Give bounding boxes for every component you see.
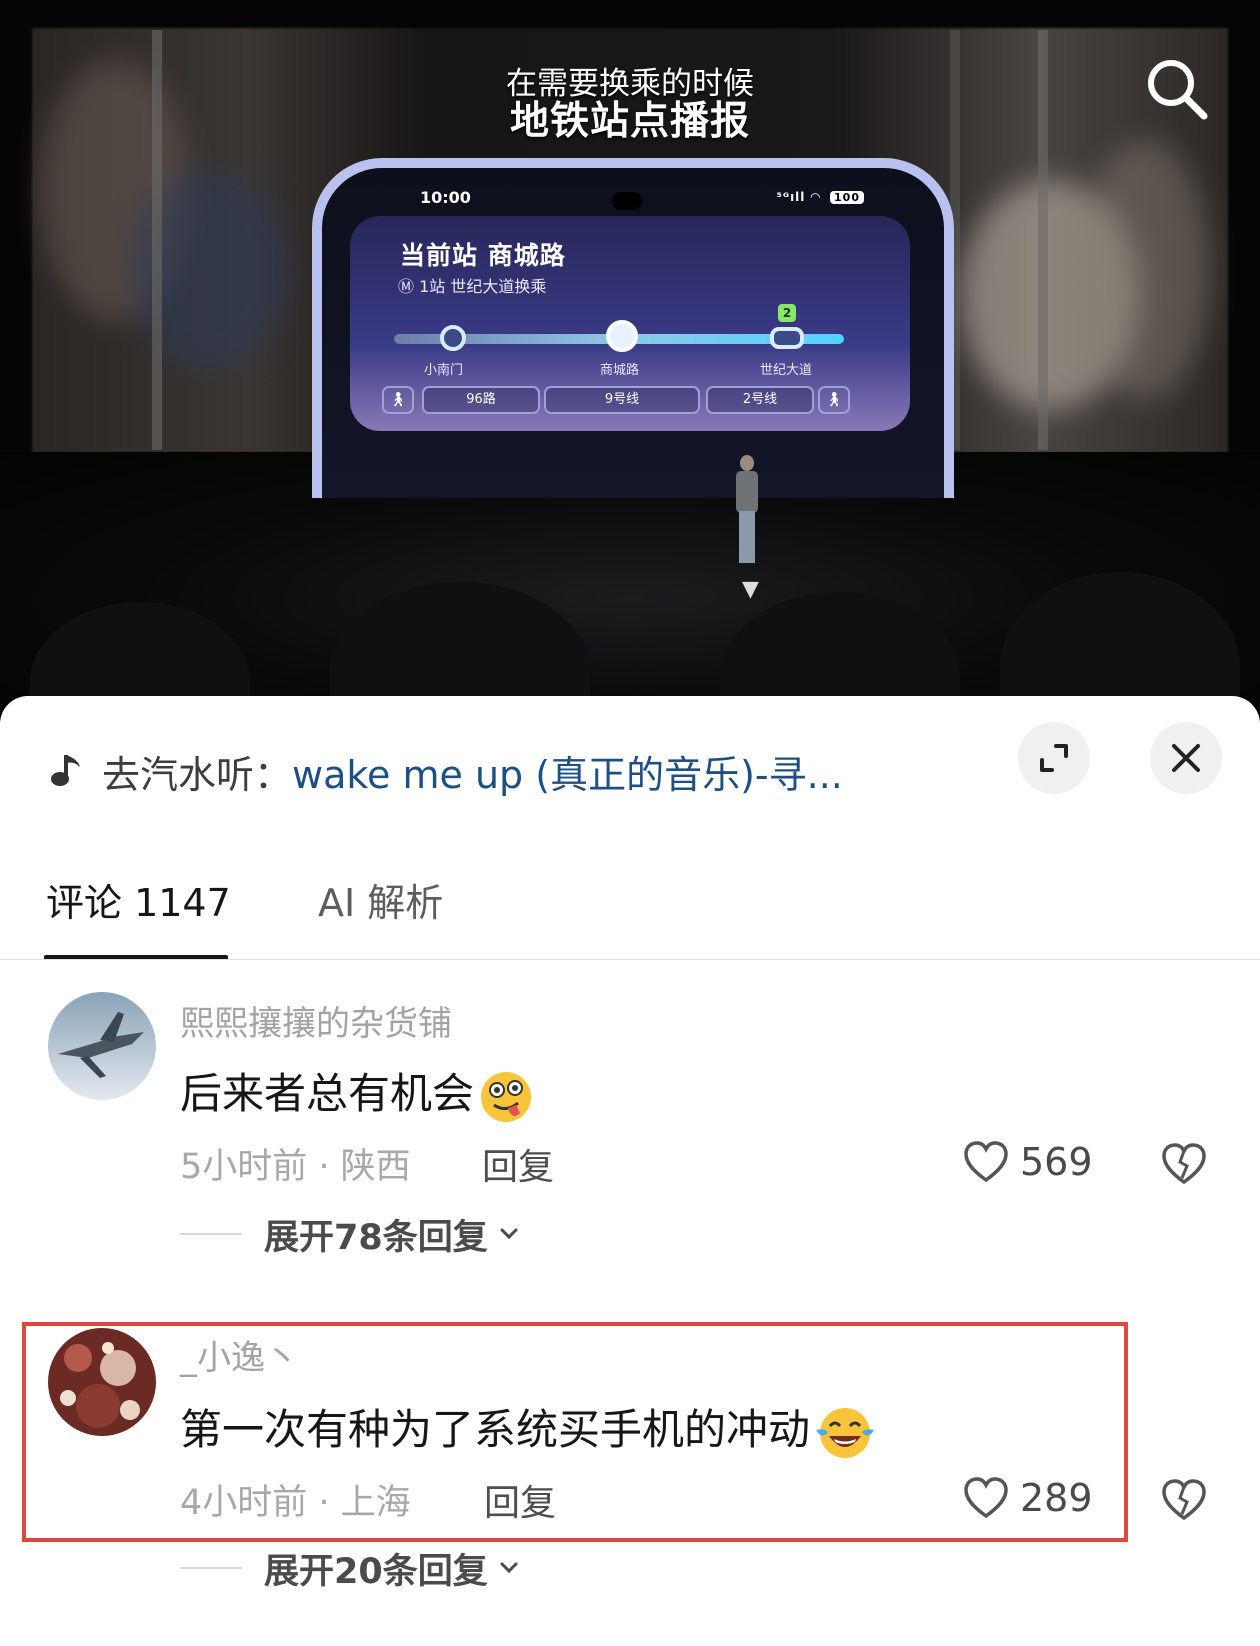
dislike-button[interactable] <box>1160 1140 1208 1188</box>
station-dot <box>770 327 804 349</box>
walk-icon: 🚶︎ <box>818 386 850 414</box>
broken-heart-icon <box>1162 1143 1206 1185</box>
music-source-label: 去汽水听： <box>102 752 293 797</box>
station-dot-current <box>606 320 638 352</box>
chevron-down-icon <box>500 1228 518 1240</box>
divider <box>0 959 1260 960</box>
comment-username[interactable]: 熙熙攘攘的杂货铺 <box>180 996 452 1045</box>
comment-panel: 去汽水听： wake me up (真正的音乐)-寻... 评论 1147 AI… <box>0 696 1260 1646</box>
search-icon[interactable] <box>1144 56 1210 122</box>
dislike-button[interactable] <box>1160 1476 1208 1524</box>
like-count: 569 <box>1020 1140 1093 1184</box>
comment-time-location: 5小时前 · 陕西 <box>180 1147 411 1187</box>
expand-replies-label: 展开78条回复 <box>264 1217 488 1258</box>
station-label: 商城路 <box>600 363 640 378</box>
comment-text: 后来者总有机会 <box>180 1060 534 1125</box>
like-button[interactable]: 569 <box>962 1138 1093 1186</box>
phone-time: 10:00 <box>420 188 471 207</box>
station-label: 小南门 <box>424 363 464 378</box>
expand-replies-label: 展开20条回复 <box>264 1551 488 1592</box>
music-title-link[interactable]: wake me up (真正的音乐)-寻... <box>292 744 843 799</box>
divider <box>180 1233 242 1235</box>
transfer-line-badge: 2 <box>778 304 796 322</box>
video-player[interactable]: 10:00 ⁵ᴳıll ◠ 100 当前站 商城路 Ⓜ 1站 世纪大道换乘 2 … <box>0 0 1260 715</box>
divider <box>180 1567 242 1569</box>
avatar-image <box>48 992 156 1100</box>
broken-heart-icon <box>1162 1479 1206 1521</box>
music-bar[interactable]: 去汽水听： wake me up (真正的音乐)-寻... <box>48 744 948 799</box>
walk-icon: 🚶︎ <box>382 386 414 414</box>
background-figure <box>1080 140 1210 400</box>
route-chip: 96路 <box>422 386 540 414</box>
expand-replies-button[interactable]: 展开78条回复 <box>180 1214 522 1258</box>
chevron-down-icon <box>500 1562 518 1574</box>
route-chip: 2号线 <box>706 386 814 414</box>
station-dot <box>440 325 466 351</box>
wifi-icon: ◠ <box>810 190 821 204</box>
brand-logo: ▼ <box>742 577 759 602</box>
close-button[interactable] <box>1150 722 1222 794</box>
tongue-out-emoji <box>481 1071 532 1122</box>
metro-icon: Ⓜ <box>398 277 420 296</box>
close-icon <box>1172 744 1200 772</box>
phone-mockup: 10:00 ⁵ᴳıll ◠ 100 当前站 商城路 Ⓜ 1站 世纪大道换乘 2 … <box>312 158 954 498</box>
audience-silhouette <box>1000 572 1240 715</box>
tab-ai-analysis[interactable]: AI 解析 <box>318 872 443 927</box>
reply-button[interactable]: 回复 <box>482 1138 554 1190</box>
highlight-annotation <box>22 1322 1128 1542</box>
phone-status-bar: ⁵ᴳıll ◠ 100 <box>777 190 864 204</box>
battery-icon: 100 <box>830 191 864 204</box>
tab-comments[interactable]: 评论 1147 <box>46 872 231 927</box>
video-caption-title: 地铁站点播报 <box>509 99 750 144</box>
expand-button[interactable] <box>1018 722 1090 794</box>
station-label: 世纪大道 <box>760 363 813 378</box>
music-note-icon <box>51 755 80 786</box>
phone-camera <box>612 192 642 210</box>
expand-icon <box>1040 744 1068 772</box>
avatar[interactable] <box>48 992 156 1100</box>
current-station: 当前站 商城路 <box>400 241 566 270</box>
heart-icon <box>964 1141 1008 1183</box>
presenter-figure <box>733 455 761 565</box>
expand-replies-button[interactable]: 展开20条回复 <box>180 1548 522 1592</box>
signal-icon: ⁵ᴳıll <box>776 190 806 204</box>
transfer-info: Ⓜ 1站 世纪大道换乘 <box>398 277 547 296</box>
route-chip: 9号线 <box>544 386 700 414</box>
metro-widget: 当前站 商城路 Ⓜ 1站 世纪大道换乘 2 小南门 商城路 世纪大道 🚶︎ 96… <box>350 216 910 431</box>
